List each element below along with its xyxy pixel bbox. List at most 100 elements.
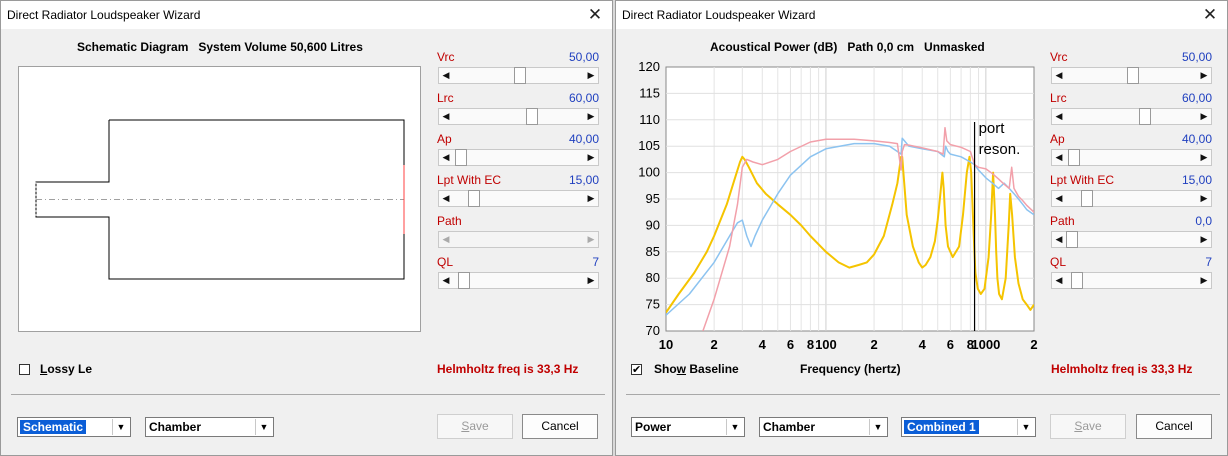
arrow-right-icon[interactable]: ▶ — [584, 150, 598, 165]
param-slider[interactable]: ◀ ▶ — [1051, 190, 1212, 207]
view-select[interactable]: Schematic ▼ — [17, 417, 131, 437]
combined-select[interactable]: Combined 1 ▼ — [901, 417, 1036, 437]
arrow-right-icon[interactable]: ▶ — [1197, 273, 1211, 288]
param-value: 40,00 — [568, 132, 599, 146]
x-tick-label: 1000 — [971, 337, 1000, 352]
param-label: Lpt With EC — [1050, 173, 1115, 187]
arrow-right-icon[interactable]: ▶ — [1197, 109, 1211, 124]
chevron-down-icon[interactable]: ▼ — [869, 419, 886, 435]
param-value: 15,00 — [568, 173, 599, 187]
param-label: Ap — [437, 132, 452, 146]
arrow-left-icon[interactable]: ◀ — [439, 273, 453, 288]
cancel-button[interactable]: Cancel — [522, 414, 598, 439]
x-tick-label: 6 — [947, 337, 954, 352]
right-title-bar[interactable]: Direct Radiator Loudspeaker Wizard ✕ — [616, 1, 1227, 29]
x-tick-label: 100 — [815, 337, 837, 352]
mode-select[interactable]: Chamber ▼ — [759, 417, 888, 437]
slider-thumb[interactable] — [1127, 67, 1139, 84]
param-value: 7 — [592, 255, 599, 269]
arrow-left-icon[interactable]: ◀ — [1052, 109, 1066, 124]
arrow-left-icon[interactable]: ◀ — [1052, 150, 1066, 165]
y-tick-label: 105 — [638, 138, 660, 153]
display-select[interactable]: Power ▼ — [631, 417, 745, 437]
arrow-left-icon[interactable]: ◀ — [1052, 191, 1066, 206]
arrow-right-icon[interactable]: ▶ — [584, 273, 598, 288]
right-window-title: Direct Radiator Loudspeaker Wizard — [622, 8, 816, 22]
arrow-right-icon[interactable]: ▶ — [584, 232, 598, 247]
port-resonance-label: reson. — [979, 141, 1021, 158]
save-button[interactable]: Save — [437, 414, 513, 439]
slider-thumb[interactable] — [455, 149, 467, 166]
arrow-left-icon[interactable]: ◀ — [439, 150, 453, 165]
chevron-down-icon[interactable]: ▼ — [1017, 419, 1034, 435]
slider-thumb[interactable] — [526, 108, 538, 125]
arrow-left-icon[interactable]: ◀ — [1052, 232, 1066, 247]
x-tick-label: 2 — [1030, 337, 1037, 352]
param-label: Vrc — [437, 50, 455, 64]
param-label: Lrc — [1050, 91, 1067, 105]
slider-thumb[interactable] — [514, 67, 526, 84]
param-value: 0,0 — [1195, 214, 1212, 228]
param-value: 60,00 — [1181, 91, 1212, 105]
param-slider[interactable]: ◀ ▶ — [1051, 231, 1212, 248]
arrow-left-icon[interactable]: ◀ — [1052, 68, 1066, 83]
arrow-left-icon[interactable]: ◀ — [439, 191, 453, 206]
lossy-le-checkbox[interactable] — [19, 364, 30, 375]
param-slider[interactable]: ◀ ▶ — [438, 190, 599, 207]
param-label: QL — [1050, 255, 1067, 269]
param-value: 60,00 — [568, 91, 599, 105]
param-slider[interactable]: ◀ ▶ — [1051, 272, 1212, 289]
x-tick-label: 2 — [870, 337, 877, 352]
param-label: Lpt With EC — [437, 173, 502, 187]
param-slider[interactable]: ◀ ▶ — [438, 67, 599, 84]
x-tick-label: 2 — [711, 337, 718, 352]
param-slider[interactable]: ◀ ▶ — [1051, 67, 1212, 84]
y-tick-label: 70 — [646, 323, 660, 338]
left-dialog: Direct Radiator Loudspeaker Wizard ✕ Sch… — [0, 0, 613, 456]
slider-thumb[interactable] — [458, 272, 470, 289]
right-close-icon[interactable]: ✕ — [1193, 1, 1227, 29]
arrow-right-icon[interactable]: ▶ — [584, 191, 598, 206]
param-value: 50,00 — [568, 50, 599, 64]
left-close-icon[interactable]: ✕ — [578, 1, 612, 29]
arrow-right-icon[interactable]: ▶ — [584, 109, 598, 124]
chevron-down-icon[interactable]: ▼ — [726, 419, 743, 435]
show-baseline-checkbox[interactable]: ✔ — [631, 364, 642, 376]
param-slider[interactable]: ◀ ▶ — [438, 108, 599, 125]
arrow-left-icon[interactable]: ◀ — [1052, 273, 1066, 288]
chevron-down-icon[interactable]: ▼ — [112, 419, 129, 435]
param-slider[interactable]: ◀ ▶ — [438, 272, 599, 289]
slider-thumb[interactable] — [468, 190, 480, 207]
save-button[interactable]: Save — [1050, 414, 1126, 439]
mode-select[interactable]: Chamber ▼ — [145, 417, 274, 437]
arrow-left-icon[interactable]: ◀ — [439, 232, 453, 247]
param-slider[interactable]: ◀ ▶ — [438, 231, 599, 248]
param-slider[interactable]: ◀ ▶ — [1051, 149, 1212, 166]
param-label: QL — [437, 255, 454, 269]
y-tick-label: 120 — [638, 59, 660, 74]
x-axis-label: Frequency (hertz) — [800, 362, 901, 376]
arrow-left-icon[interactable]: ◀ — [439, 109, 453, 124]
arrow-right-icon[interactable]: ▶ — [584, 68, 598, 83]
slider-thumb[interactable] — [1139, 108, 1151, 125]
schematic-caption: Schematic Diagram System Volume 50,600 L… — [77, 40, 363, 54]
arrow-right-icon[interactable]: ▶ — [1197, 150, 1211, 165]
arrow-right-icon[interactable]: ▶ — [1197, 232, 1211, 247]
slider-thumb[interactable] — [1068, 149, 1080, 166]
slider-thumb[interactable] — [1071, 272, 1083, 289]
cancel-button[interactable]: Cancel — [1136, 414, 1212, 439]
arrow-right-icon[interactable]: ▶ — [1197, 191, 1211, 206]
x-tick-label: 4 — [919, 337, 927, 352]
left-title-bar[interactable]: Direct Radiator Loudspeaker Wizard ✕ — [1, 1, 612, 29]
chevron-down-icon[interactable]: ▼ — [255, 419, 272, 435]
param-slider[interactable]: ◀ ▶ — [438, 149, 599, 166]
slider-thumb[interactable] — [1081, 190, 1093, 207]
power-chart: 70758085909510010511011512010 2 4 6 8 100 2 4 6 8… — [638, 59, 1037, 352]
arrow-left-icon[interactable]: ◀ — [439, 68, 453, 83]
port-resonance-label: port — [979, 120, 1006, 137]
param-slider[interactable]: ◀ ▶ — [1051, 108, 1212, 125]
y-tick-label: 110 — [639, 112, 660, 127]
slider-thumb[interactable] — [1066, 231, 1078, 248]
right-helmholtz-text: Helmholtz freq is 33,3 Hz — [1051, 362, 1193, 376]
arrow-right-icon[interactable]: ▶ — [1197, 68, 1211, 83]
